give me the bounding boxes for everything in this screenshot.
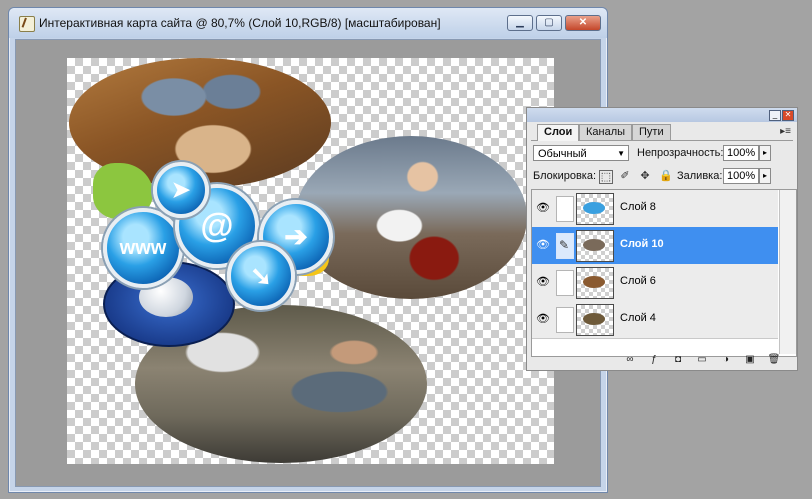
layer-name[interactable]: Слой 8: [620, 201, 656, 213]
panel-titlebar[interactable]: _ ✕: [527, 108, 797, 122]
lock-move-icon[interactable]: ✥: [639, 170, 651, 182]
fill-field[interactable]: 100%: [723, 168, 759, 184]
tab-paths[interactable]: Пути: [632, 124, 671, 140]
canvas-area[interactable]: www @ ➔ ➤ ➘: [15, 39, 601, 487]
lock-all-icon[interactable]: 🔒: [659, 170, 673, 182]
layer-row-8[interactable]: 👁 Слой 8: [532, 190, 778, 228]
document-icon: [19, 16, 35, 32]
layer-link-box[interactable]: [556, 307, 574, 333]
tab-channels[interactable]: Каналы: [579, 124, 633, 140]
document-title: Интерактивная карта сайта @ 80,7% (Слой …: [39, 16, 441, 30]
layer-name[interactable]: Слой 10: [620, 238, 664, 250]
opacity-stepper[interactable]: ▸: [759, 145, 771, 161]
layer-thumbnail: [576, 193, 614, 225]
brush-icon[interactable]: [556, 233, 574, 259]
layer-link-box[interactable]: [556, 196, 574, 222]
layer-thumbnail: [576, 230, 614, 262]
blend-mode-select[interactable]: Обычный: [533, 145, 629, 162]
layers-list[interactable]: 👁 Слой 8 👁 Слой 10 👁 Слой 6 👁 Слой 4: [531, 189, 797, 357]
close-button[interactable]: ✕: [565, 15, 601, 31]
eye-icon[interactable]: 👁: [536, 239, 550, 251]
document-window[interactable]: Интерактивная карта сайта @ 80,7% (Слой …: [8, 7, 608, 493]
eye-icon[interactable]: 👁: [536, 313, 550, 325]
folder-icon[interactable]: ▭: [695, 354, 709, 366]
adjustment-icon[interactable]: ◑: [719, 354, 733, 366]
layer-row-10[interactable]: 👁 Слой 10: [532, 227, 778, 265]
opacity-field[interactable]: 100%: [723, 145, 759, 161]
new-layer-icon[interactable]: ▣: [743, 354, 757, 366]
lock-brush-icon[interactable]: ✐: [619, 170, 631, 182]
arrow-down-icon: ➘: [227, 242, 295, 310]
layer-thumbnail: [576, 267, 614, 299]
layer-name[interactable]: Слой 6: [620, 275, 656, 287]
panel-bottom-toolbar: ∞ ƒ ◘ ▭ ◑ ▣ 🗑: [531, 354, 793, 368]
trash-icon[interactable]: 🗑: [767, 354, 781, 366]
layer-thumbnail: [576, 304, 614, 336]
www-icon: www: [103, 208, 183, 288]
layers-panel[interactable]: _ ✕ Слои Каналы Пути ▸≡ Обычный Непрозра…: [526, 107, 798, 371]
panel-tabs: Слои Каналы Пути: [531, 124, 793, 141]
panel-menu-icon[interactable]: ▸≡: [780, 126, 791, 137]
document-titlebar[interactable]: Интерактивная карта сайта @ 80,7% (Слой …: [9, 8, 607, 38]
mask-icon[interactable]: ◘: [671, 354, 685, 366]
image-canvas[interactable]: www @ ➔ ➤ ➘: [67, 58, 554, 464]
tab-layers[interactable]: Слои: [537, 124, 580, 141]
minimize-button[interactable]: ▁: [507, 15, 533, 31]
panel-close-button[interactable]: ✕: [782, 110, 794, 121]
panel-minimize-button[interactable]: _: [769, 110, 781, 121]
lock-transparency-icon[interactable]: ⬚: [599, 170, 613, 184]
cursor-icon: ➤: [153, 162, 209, 218]
maximize-button[interactable]: ▢: [536, 15, 562, 31]
eye-icon[interactable]: 👁: [536, 202, 550, 214]
layer-style-icon[interactable]: ƒ: [647, 354, 661, 366]
layer-row-4[interactable]: 👁 Слой 4: [532, 301, 778, 339]
layers-scrollbar[interactable]: [779, 190, 796, 354]
photo-bike-oval: [295, 136, 527, 299]
layer-row-6[interactable]: 👁 Слой 6: [532, 264, 778, 302]
link-layers-icon[interactable]: ∞: [623, 354, 637, 366]
eye-icon[interactable]: 👁: [536, 276, 550, 288]
fill-stepper[interactable]: ▸: [759, 168, 771, 184]
layer-link-box[interactable]: [556, 270, 574, 296]
layer-name[interactable]: Слой 4: [620, 312, 656, 324]
